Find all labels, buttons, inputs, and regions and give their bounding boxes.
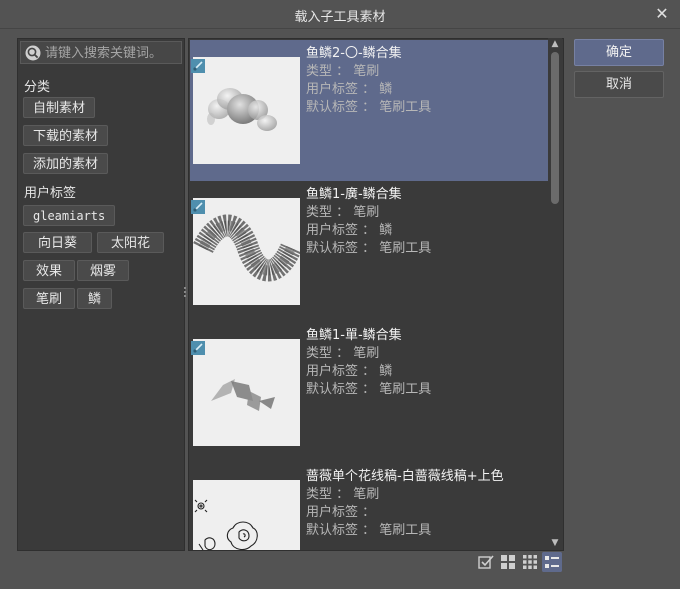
search-box — [20, 41, 182, 64]
item-title: 鱼鳞2-〇-鳞合集 — [306, 46, 402, 61]
brush-preview-wave — [193, 214, 300, 282]
item-default-tag: 默认标签 ： 笔刷工具 — [306, 241, 432, 256]
material-list: 鱼鳞2-〇-鳞合集 类型 ： 笔刷 用户标签 ： 鳞 默认标签 ： 笔刷工具 鱼… — [188, 38, 564, 551]
list-item[interactable]: 鱼鳞2-〇-鳞合集 类型 ： 笔刷 用户标签 ： 鳞 默认标签 ： 笔刷工具 — [190, 40, 549, 181]
list-scrollbar[interactable]: ▲ ▼ — [548, 38, 562, 549]
load-subtool-material-dialog: 载入子工具素材 ✕ 分类 自制素材 下载的素材 添加的素材 用户标签 gleam… — [0, 0, 680, 589]
brush-thumbnail — [193, 57, 300, 164]
user-tag-gleamiarts[interactable]: gleamiarts — [23, 205, 116, 226]
user-tag-effect[interactable]: 效果 — [23, 260, 76, 281]
user-tag-smoke[interactable]: 烟雾 — [77, 260, 130, 281]
checkbox-view-icon[interactable] — [476, 552, 496, 572]
detail-list-icon[interactable] — [542, 552, 562, 572]
list-item[interactable]: 蔷薇单个花线稿-白蔷薇线稿+上色 类型 ： 笔刷 用户标签 ： 默认标签 ： 笔… — [190, 463, 549, 550]
brush-type-icon — [191, 341, 205, 355]
search-input[interactable] — [45, 44, 179, 62]
item-default-tag: 默认标签 ： 笔刷工具 — [306, 523, 432, 538]
item-type: 类型 ： 笔刷 — [306, 346, 380, 361]
brush-type-icon — [191, 200, 205, 214]
item-type: 类型 ： 笔刷 — [306, 487, 380, 502]
item-user-tag: 用户标签 ： 鳞 — [306, 82, 393, 97]
brush-preview-scales — [211, 379, 275, 411]
brush-preview-spheres — [207, 88, 277, 131]
scroll-down-arrow-icon[interactable]: ▼ — [548, 537, 562, 549]
item-title: 鱼鳞1-廣-鳞合集 — [306, 187, 402, 202]
item-title: 蔷薇单个花线稿-白蔷薇线稿+上色 — [306, 469, 504, 484]
brush-thumbnail — [193, 339, 300, 446]
title-bar: 载入子工具素材 ✕ — [0, 0, 680, 29]
user-tag-brush[interactable]: 笔刷 — [23, 288, 76, 309]
ok-button[interactable]: 确定 — [574, 39, 664, 66]
item-user-tag: 用户标签 ： 鳞 — [306, 223, 393, 238]
category-section-label: 分类 — [24, 80, 51, 95]
cancel-button[interactable]: 取消 — [574, 71, 664, 98]
item-title: 鱼鳞1-單-鳞合集 — [306, 328, 402, 343]
small-grid-icon[interactable] — [520, 552, 540, 572]
item-user-tag: 用户标签 ： 鳞 — [306, 364, 393, 379]
item-type: 类型 ： 笔刷 — [306, 205, 380, 220]
user-tag-sunflower[interactable]: 向日葵 — [23, 232, 93, 253]
user-tags-section-label: 用户标签 — [24, 186, 77, 201]
category-own-material[interactable]: 自制素材 — [23, 97, 96, 118]
panel-splitter-handle[interactable] — [183, 285, 187, 303]
item-default-tag: 默认标签 ： 笔刷工具 — [306, 100, 432, 115]
item-default-tag: 默认标签 ： 笔刷工具 — [306, 382, 432, 397]
brush-type-icon — [191, 59, 205, 73]
brush-preview-rose-lineart — [194, 499, 258, 550]
close-icon[interactable]: ✕ — [652, 4, 672, 24]
item-user-tag: 用户标签 ： — [306, 505, 376, 520]
brush-thumbnail — [193, 198, 300, 305]
brush-thumbnail — [193, 480, 300, 550]
user-tag-scale[interactable]: 鳞 — [77, 288, 113, 309]
search-icon — [25, 45, 41, 61]
list-item[interactable]: 鱼鳞1-廣-鳞合集 类型 ： 笔刷 用户标签 ： 鳞 默认标签 ： 笔刷工具 — [190, 181, 549, 322]
scroll-up-arrow-icon[interactable]: ▲ — [548, 38, 562, 50]
dialog-title: 载入子工具素材 — [294, 10, 386, 25]
large-grid-icon[interactable] — [498, 552, 518, 572]
list-item[interactable]: 鱼鳞1-單-鳞合集 类型 ： 笔刷 用户标签 ： 鳞 默认标签 ： 笔刷工具 — [190, 322, 549, 463]
scrollbar-thumb[interactable] — [551, 52, 559, 204]
category-downloaded-material[interactable]: 下载的素材 — [23, 125, 109, 146]
item-type: 类型 ： 笔刷 — [306, 64, 380, 79]
user-tag-sunflower-alt[interactable]: 太阳花 — [97, 232, 165, 253]
category-added-material[interactable]: 添加的素材 — [23, 153, 109, 174]
filter-panel: 分类 自制素材 下载的素材 添加的素材 用户标签 gleamiarts 向日葵 … — [17, 38, 185, 551]
